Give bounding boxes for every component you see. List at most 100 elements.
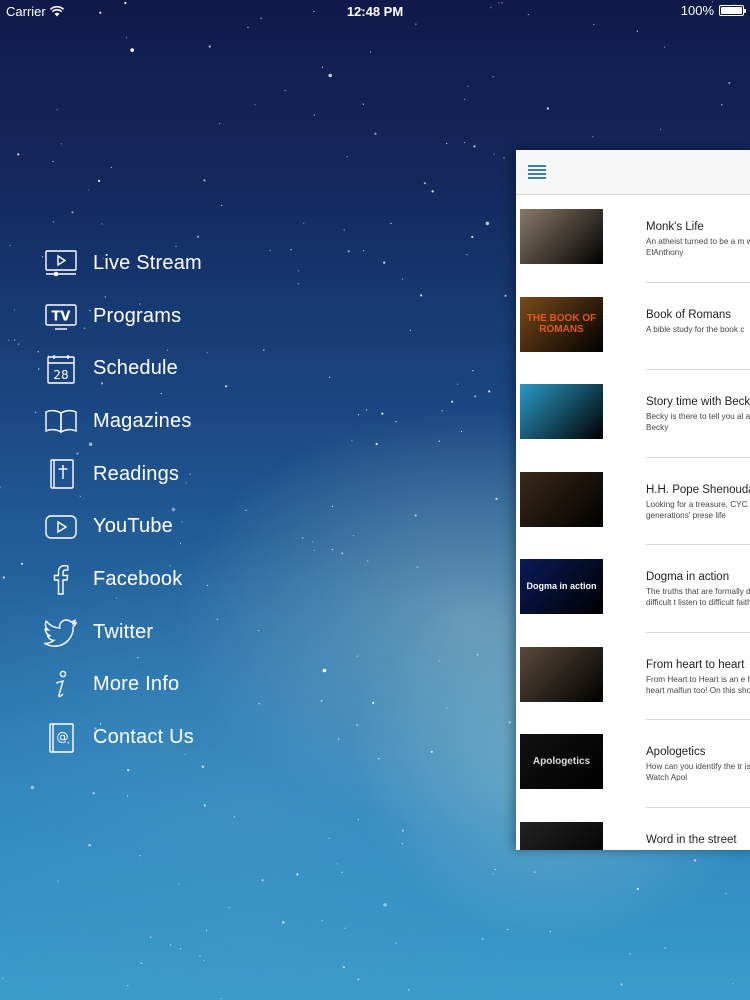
star — [474, 395, 477, 398]
program-description: The truths that are formally dogma issue… — [646, 587, 750, 608]
star — [446, 707, 448, 709]
bible-icon — [44, 458, 78, 490]
star — [178, 883, 180, 885]
star — [203, 804, 206, 807]
tv-icon: TV — [44, 300, 78, 332]
star — [303, 222, 305, 224]
star — [636, 887, 639, 891]
star — [71, 211, 74, 214]
star — [130, 48, 134, 52]
star — [208, 45, 211, 48]
star — [439, 660, 441, 662]
status-bar: Carrier 12:48 PM 100% — [0, 0, 750, 22]
program-thumbnail — [520, 821, 603, 850]
star — [492, 873, 494, 875]
star — [472, 370, 474, 372]
star — [441, 410, 443, 412]
program-thumbnail — [520, 384, 603, 439]
calendar-day: 28 — [53, 368, 68, 382]
star — [725, 892, 727, 895]
star — [88, 189, 90, 191]
program-thumbnail-caption: Apologetics — [532, 756, 591, 767]
menu-item-magazines[interactable]: Magazines — [44, 395, 384, 448]
star — [457, 383, 459, 385]
hamburger-menu-icon[interactable] — [528, 165, 546, 179]
star — [9, 244, 11, 246]
star — [416, 566, 418, 568]
star — [30, 785, 35, 790]
star — [247, 26, 249, 29]
star — [467, 85, 469, 87]
side-menu: Live Stream TV Programs 28 Schedule Maga… — [43, 237, 384, 764]
menu-item-live-stream[interactable]: Live Stream — [44, 237, 384, 290]
battery-indicator: 100% — [681, 3, 746, 18]
star — [546, 107, 550, 110]
star — [485, 221, 490, 226]
star — [383, 903, 387, 907]
star — [92, 792, 95, 795]
program-title: Book of Romans — [646, 308, 732, 321]
star — [431, 190, 434, 193]
star — [374, 132, 377, 135]
program-row[interactable]: Story time with Beck Becky is there to t… — [516, 370, 750, 458]
menu-label-contact-us: Contact Us — [93, 726, 194, 749]
menu-label-schedule: Schedule — [93, 357, 178, 380]
star — [206, 929, 208, 931]
star — [466, 253, 468, 256]
star — [219, 123, 221, 125]
program-row[interactable]: Monk's Life An atheist turned to be a m … — [516, 195, 750, 283]
menu-item-readings[interactable]: Readings — [44, 448, 384, 501]
program-row[interactable]: Word in the street — [516, 808, 750, 850]
program-row[interactable]: From heart to heart From Heart to Heart … — [516, 633, 750, 721]
star — [409, 329, 411, 331]
menu-item-youtube[interactable]: YouTube — [44, 500, 384, 553]
star — [220, 998, 222, 1000]
star — [341, 871, 343, 873]
star — [0, 486, 1, 488]
star — [636, 30, 638, 32]
program-row[interactable]: THE BOOK OF ROMANS Book of Romans A bibl… — [516, 283, 750, 371]
live-stream-icon — [44, 247, 78, 279]
program-thumbnail — [520, 209, 603, 264]
star — [125, 36, 128, 39]
star — [346, 156, 348, 158]
star — [254, 104, 256, 106]
star — [336, 863, 338, 865]
svg-text:TV: TV — [52, 310, 71, 325]
star — [664, 947, 666, 949]
star — [482, 938, 484, 940]
star — [464, 141, 466, 144]
menu-label-more-info: More Info — [93, 673, 180, 696]
menu-item-contact-us[interactable]: @ Contact Us — [44, 711, 384, 764]
star — [328, 73, 333, 78]
twitter-icon — [43, 616, 78, 648]
star — [402, 278, 404, 280]
star — [732, 983, 734, 985]
star — [38, 368, 40, 370]
star — [495, 497, 498, 500]
program-title: H.H. Pope Shenouda — [646, 483, 750, 496]
star — [13, 309, 15, 311]
program-title: Monk's Life — [646, 221, 704, 233]
program-thumbnail — [520, 646, 603, 702]
menu-item-more-info[interactable]: More Info — [44, 659, 384, 712]
star — [140, 962, 142, 965]
program-title: From heart to heart — [646, 658, 745, 671]
program-title: Dogma in action — [646, 571, 730, 583]
star — [408, 989, 410, 991]
program-row[interactable]: Apologetics Apologetics How can you iden… — [516, 720, 750, 808]
star — [488, 390, 491, 393]
menu-item-programs[interactable]: TV Programs — [44, 290, 384, 343]
program-row[interactable]: H.H. Pope Shenouda Looking for a treasur… — [516, 458, 750, 546]
program-row[interactable]: Dogma in action Dogma in action The trut… — [516, 545, 750, 633]
menu-item-twitter[interactable]: Twitter — [43, 606, 384, 659]
menu-item-schedule[interactable]: 28 Schedule — [44, 342, 384, 395]
program-thumbnail-caption: Dogma in action — [526, 580, 597, 591]
star — [88, 844, 91, 847]
youtube-icon — [44, 511, 78, 543]
menu-item-facebook[interactable]: Facebook — [44, 553, 384, 606]
star — [728, 81, 731, 85]
star — [221, 204, 223, 206]
program-description: Becky is there to tell you al any story … — [646, 412, 750, 433]
star — [629, 953, 631, 955]
